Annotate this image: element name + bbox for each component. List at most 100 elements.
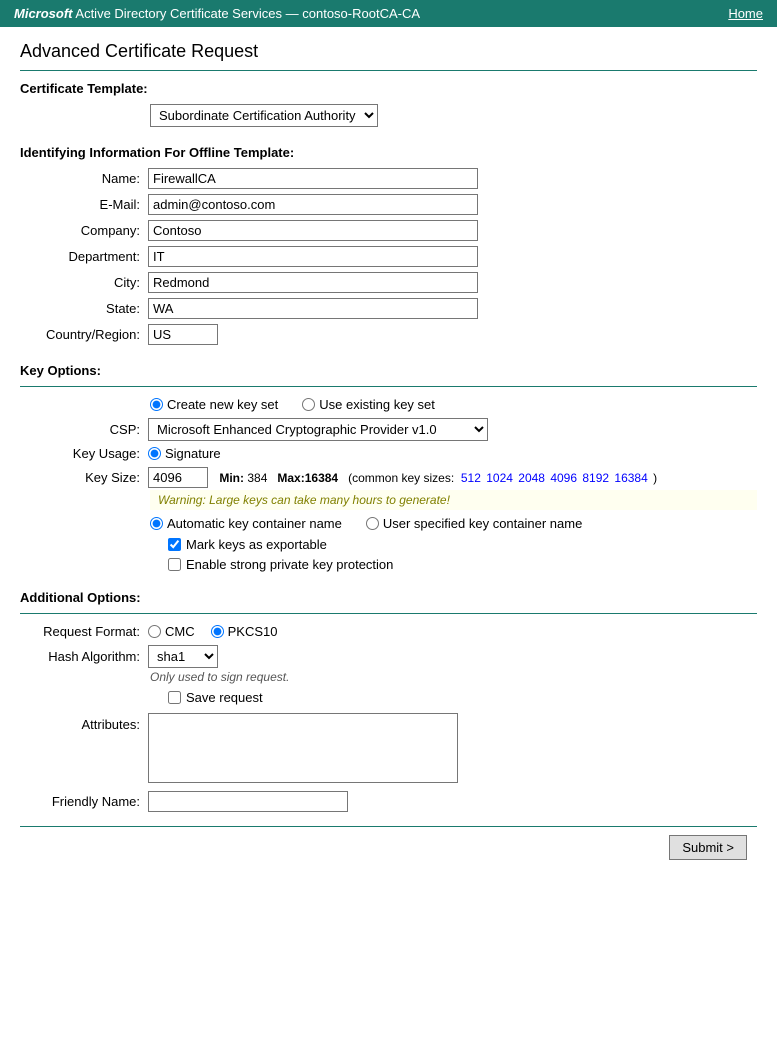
pkcs10-label[interactable]: PKCS10 bbox=[228, 624, 278, 639]
friendly-name-row: Friendly Name: bbox=[20, 791, 757, 812]
auto-container-label[interactable]: Automatic key container name bbox=[167, 516, 342, 531]
csp-row: CSP: Microsoft Enhanced Cryptographic Pr… bbox=[20, 418, 757, 441]
name-label: Name: bbox=[20, 171, 140, 186]
server-name: contoso-RootCA-CA bbox=[302, 6, 420, 21]
certificate-template-section: Certificate Template: Subordinate Certif… bbox=[20, 81, 757, 127]
key-size-common-text: (common key sizes: bbox=[348, 471, 454, 485]
key-options-label: Key Options: bbox=[20, 363, 757, 378]
request-format-label: Request Format: bbox=[20, 624, 140, 639]
country-label: Country/Region: bbox=[20, 327, 140, 342]
friendly-name-label: Friendly Name: bbox=[20, 794, 140, 809]
state-row: State: bbox=[20, 298, 757, 319]
main-content: Advanced Certificate Request Certificate… bbox=[0, 27, 777, 874]
key-size-warning: Warning: Large keys can take many hours … bbox=[150, 490, 757, 510]
key-options-divider bbox=[20, 386, 757, 387]
cmc-radio[interactable] bbox=[148, 625, 161, 638]
attributes-row: Attributes: bbox=[20, 713, 757, 783]
save-request-checkbox[interactable] bbox=[168, 691, 181, 704]
csp-label: CSP: bbox=[20, 422, 140, 437]
submit-area: Submit > bbox=[20, 826, 757, 860]
keysize-1024-link[interactable]: 1024 bbox=[486, 471, 513, 485]
app-name-rest: Active Directory Certificate Services bbox=[73, 6, 283, 21]
app-name-bold: Microsoft bbox=[14, 6, 73, 21]
hash-algo-row: Hash Algorithm: sha1 sha256 md5 bbox=[20, 645, 757, 668]
state-label: State: bbox=[20, 301, 140, 316]
city-input[interactable] bbox=[148, 272, 478, 293]
container-name-row: Automatic key container name User specif… bbox=[20, 516, 757, 531]
company-label: Company: bbox=[20, 223, 140, 238]
use-existing-key-label[interactable]: Use existing key set bbox=[319, 397, 435, 412]
key-options-section: Key Options: Create new key set Use exis… bbox=[20, 363, 757, 572]
attributes-textarea[interactable] bbox=[148, 713, 458, 783]
create-new-key-label[interactable]: Create new key set bbox=[167, 397, 278, 412]
create-new-key-radio[interactable] bbox=[150, 398, 163, 411]
additional-options-section: Additional Options: Request Format: CMC … bbox=[20, 590, 757, 812]
strong-protection-label[interactable]: Enable strong private key protection bbox=[186, 557, 393, 572]
keysize-8192-link[interactable]: 8192 bbox=[582, 471, 609, 485]
use-existing-key-radio[interactable] bbox=[302, 398, 315, 411]
key-usage-signature-radio[interactable] bbox=[148, 447, 161, 460]
user-container-radio[interactable] bbox=[366, 517, 379, 530]
key-size-links-suffix: ) bbox=[653, 471, 657, 485]
app-header: Microsoft Active Directory Certificate S… bbox=[0, 0, 777, 27]
hash-algo-select[interactable]: sha1 sha256 md5 bbox=[148, 645, 218, 668]
company-input[interactable] bbox=[148, 220, 478, 241]
home-link-container[interactable]: Home bbox=[728, 6, 763, 21]
name-input[interactable] bbox=[148, 168, 478, 189]
email-label: E-Mail: bbox=[20, 197, 140, 212]
city-label: City: bbox=[20, 275, 140, 290]
cmc-label[interactable]: CMC bbox=[165, 624, 195, 639]
keysize-512-link[interactable]: 512 bbox=[461, 471, 481, 485]
department-row: Department: bbox=[20, 246, 757, 267]
user-container-label[interactable]: User specified key container name bbox=[383, 516, 582, 531]
email-row: E-Mail: bbox=[20, 194, 757, 215]
identifying-info-label: Identifying Information For Offline Temp… bbox=[20, 145, 757, 160]
additional-options-divider bbox=[20, 613, 757, 614]
department-input[interactable] bbox=[148, 246, 478, 267]
key-usage-signature-label[interactable]: Signature bbox=[165, 446, 221, 461]
email-input[interactable] bbox=[148, 194, 478, 215]
template-row: Subordinate Certification Authority Web … bbox=[20, 104, 757, 127]
state-input[interactable] bbox=[148, 298, 478, 319]
save-request-row: Save request bbox=[20, 690, 757, 705]
key-size-links: 512 1024 2048 4096 8192 16384 bbox=[458, 471, 654, 485]
key-size-min-label: Min: 384 Max:16384 (common key sizes: 51… bbox=[216, 471, 657, 485]
key-size-input[interactable] bbox=[148, 467, 208, 488]
attributes-label: Attributes: bbox=[20, 713, 140, 732]
keysize-4096-link[interactable]: 4096 bbox=[550, 471, 577, 485]
mark-exportable-label[interactable]: Mark keys as exportable bbox=[186, 537, 327, 552]
key-size-min-value: 384 bbox=[247, 471, 267, 485]
page-title: Advanced Certificate Request bbox=[20, 41, 757, 62]
key-usage-label: Key Usage: bbox=[20, 446, 140, 461]
certificate-template-select[interactable]: Subordinate Certification Authority Web … bbox=[150, 104, 378, 127]
identifying-info-section: Identifying Information For Offline Temp… bbox=[20, 145, 757, 345]
submit-button[interactable]: Submit > bbox=[669, 835, 747, 860]
strong-protection-row: Enable strong private key protection bbox=[20, 557, 757, 572]
strong-protection-checkbox[interactable] bbox=[168, 558, 181, 571]
mark-exportable-row: Mark keys as exportable bbox=[20, 537, 757, 552]
hash-note: Only used to sign request. bbox=[150, 670, 757, 684]
csp-select[interactable]: Microsoft Enhanced Cryptographic Provide… bbox=[148, 418, 488, 441]
company-row: Company: bbox=[20, 220, 757, 241]
department-label: Department: bbox=[20, 249, 140, 264]
city-row: City: bbox=[20, 272, 757, 293]
country-input[interactable] bbox=[148, 324, 218, 345]
name-row: Name: bbox=[20, 168, 757, 189]
friendly-name-input[interactable] bbox=[148, 791, 348, 812]
request-format-row: Request Format: CMC PKCS10 bbox=[20, 624, 757, 639]
country-row: Country/Region: bbox=[20, 324, 757, 345]
save-request-label[interactable]: Save request bbox=[186, 690, 263, 705]
title-divider bbox=[20, 70, 757, 71]
keysize-2048-link[interactable]: 2048 bbox=[518, 471, 545, 485]
hash-algo-label: Hash Algorithm: bbox=[20, 649, 140, 664]
certificate-template-label: Certificate Template: bbox=[20, 81, 757, 96]
pkcs10-radio[interactable] bbox=[211, 625, 224, 638]
key-set-row: Create new key set Use existing key set bbox=[20, 397, 757, 412]
header-separator: — bbox=[282, 6, 302, 21]
key-size-row: Key Size: Min: 384 Max:16384 (common key… bbox=[20, 467, 757, 488]
keysize-16384-link[interactable]: 16384 bbox=[614, 471, 647, 485]
key-usage-row: Key Usage: Signature bbox=[20, 446, 757, 461]
mark-exportable-checkbox[interactable] bbox=[168, 538, 181, 551]
home-link[interactable]: Home bbox=[728, 6, 763, 21]
auto-container-radio[interactable] bbox=[150, 517, 163, 530]
